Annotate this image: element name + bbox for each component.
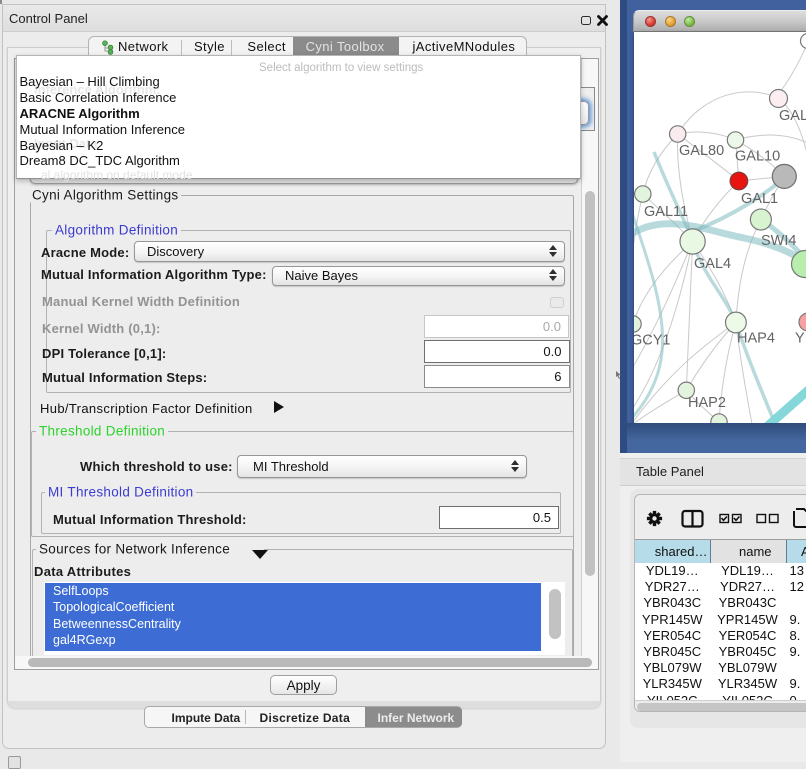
svg-text:GAL10: GAL10 <box>735 148 780 164</box>
svg-text:GAL11: GAL11 <box>644 204 688 220</box>
svg-text:GAL1: GAL1 <box>741 191 778 207</box>
svg-text:HAP2: HAP2 <box>688 395 726 411</box>
svg-text:Y: Y <box>795 330 805 346</box>
svg-text:GCY1: GCY1 <box>634 332 671 348</box>
svg-text:HAP4: HAP4 <box>737 330 775 346</box>
svg-text:GAL4: GAL4 <box>694 256 731 272</box>
svg-text:SWI4: SWI4 <box>761 233 796 249</box>
svg-text:GAL7: GAL7 <box>779 108 806 124</box>
svg-text:GAL80: GAL80 <box>679 143 724 159</box>
